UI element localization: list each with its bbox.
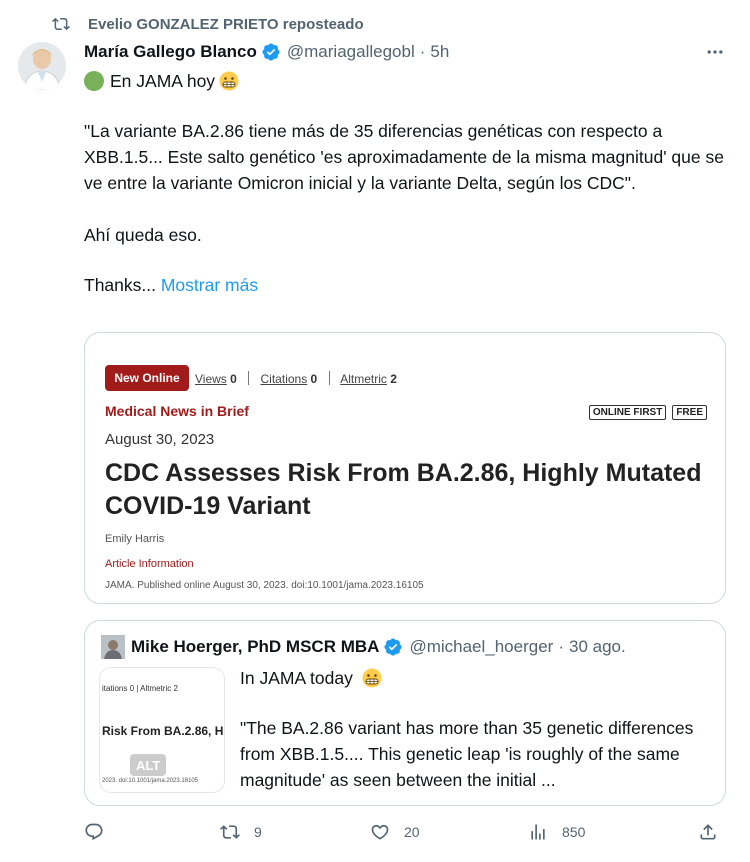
quoted-paragraph: "The BA.2.86 variant has more than 35 ge… bbox=[240, 718, 694, 790]
like-button[interactable]: 20 bbox=[370, 822, 420, 842]
article-information: Article Information bbox=[105, 558, 194, 570]
green-circle-icon bbox=[84, 71, 104, 91]
article-title: CDC Assesses Risk From BA.2.86, Highly M… bbox=[105, 459, 702, 520]
share-button[interactable] bbox=[698, 822, 718, 842]
altmetric-label: Altmetric bbox=[340, 372, 387, 386]
repost-icon bbox=[52, 17, 70, 31]
quoted-time: 30 ago. bbox=[569, 637, 626, 656]
tweet-paragraph-1: "La variante BA.2.86 tiene más de 35 dif… bbox=[84, 121, 724, 193]
jama-article-screenshot: New Online Views 0 Citations 0 Altmetric… bbox=[85, 333, 725, 603]
quoted-tweet-text: In JAMA today "The BA.2.86 variant has m… bbox=[240, 665, 715, 793]
retweet-count: 9 bbox=[254, 824, 262, 840]
more-icon bbox=[707, 50, 723, 54]
tweet-header: María Gallego Blanco @mariagallegobl · 5… bbox=[84, 40, 449, 64]
separator-dot: · bbox=[558, 637, 564, 656]
repost-header[interactable]: Evelio GONZALEZ PRIETO reposteado bbox=[52, 14, 364, 34]
quoted-tweet-header: Mike Hoerger, PhD MSCR MBA @michael_hoer… bbox=[101, 635, 626, 659]
repost-text: Evelio GONZALEZ PRIETO reposteado bbox=[88, 15, 364, 33]
thumbnail-publication: 2023. doi:10.1001/jama.2023.16105 bbox=[102, 778, 199, 784]
like-count: 20 bbox=[404, 824, 420, 840]
tweet-body: En JAMA hoy "La variante BA.2.86 tiene m… bbox=[84, 68, 729, 298]
heart-icon bbox=[371, 824, 389, 840]
quoted-avatar bbox=[101, 635, 125, 659]
grimacing-face-icon bbox=[219, 71, 239, 91]
article-author: Emily Harris bbox=[105, 533, 165, 545]
quoted-line-1: In JAMA today bbox=[240, 665, 715, 691]
new-online-badge: New Online bbox=[105, 365, 189, 391]
separator-dot: · bbox=[419, 42, 426, 61]
views-label: Views bbox=[195, 372, 227, 386]
online-first-tag: ONLINE FIRST bbox=[588, 405, 667, 420]
views-value: 0 bbox=[230, 372, 237, 386]
retweet-button[interactable]: 9 bbox=[220, 822, 262, 842]
quoted-tweet[interactable]: Mike Hoerger, PhD MSCR MBA @michael_hoer… bbox=[84, 620, 726, 806]
verified-badge-icon bbox=[384, 638, 402, 656]
quoted-author-name: Mike Hoerger, PhD MSCR MBA bbox=[131, 637, 380, 656]
reply-icon bbox=[85, 823, 103, 841]
article-publication: JAMA. Published online August 30, 2023. … bbox=[105, 580, 424, 591]
article-date: August 30, 2023 bbox=[105, 431, 215, 448]
tweet-line-1: En JAMA hoy bbox=[84, 68, 729, 94]
citations-label: Citations bbox=[260, 372, 308, 386]
altmetric-value: 2 bbox=[390, 372, 397, 386]
avatar[interactable] bbox=[18, 42, 66, 90]
quoted-image-thumbnail[interactable]: itations 0 | Altmetric 2 Risk From BA.2.… bbox=[99, 667, 225, 793]
alt-badge[interactable]: ALT bbox=[130, 754, 167, 776]
section-label: Medical News in Brief bbox=[105, 403, 249, 419]
article-metrics: Views 0 Citations 0 Altmetric 2 bbox=[195, 371, 397, 386]
free-tag: FREE bbox=[672, 405, 707, 420]
thumbnail-title: Risk From BA.2.86, Highl iant bbox=[102, 724, 224, 738]
tweet-paragraph-3: Thanks... Mostrar más bbox=[84, 272, 729, 298]
tweet-line-1-text: En JAMA hoy bbox=[110, 71, 216, 91]
citations-value: 0 bbox=[310, 372, 318, 386]
grimacing-face-icon bbox=[362, 668, 382, 688]
article-tags: ONLINE FIRST FREE bbox=[588, 405, 707, 420]
reply-button[interactable] bbox=[84, 822, 118, 842]
thumbnail-metrics: itations 0 | Altmetric 2 bbox=[102, 684, 178, 693]
attached-image[interactable]: New Online Views 0 Citations 0 Altmetric… bbox=[84, 332, 726, 604]
tweet-paragraph-3-text: Thanks... bbox=[84, 275, 156, 295]
tweet-time[interactable]: 5h bbox=[430, 42, 449, 62]
verified-badge-icon bbox=[262, 43, 280, 61]
quoted-line-1-text: In JAMA today bbox=[240, 668, 353, 688]
action-bar: 9 20 850 bbox=[84, 818, 730, 852]
quoted-author-handle: @michael_hoerger bbox=[409, 637, 554, 656]
views-button[interactable]: 850 bbox=[528, 822, 585, 842]
show-more-link[interactable]: Mostrar más bbox=[161, 275, 258, 295]
views-count: 850 bbox=[562, 824, 586, 840]
share-icon bbox=[700, 824, 716, 840]
bar-chart-icon bbox=[531, 824, 545, 840]
author-handle[interactable]: @mariagallegobl bbox=[287, 42, 415, 62]
more-options-button[interactable] bbox=[700, 42, 730, 62]
retweet-icon bbox=[220, 825, 240, 839]
author-name[interactable]: María Gallego Blanco bbox=[84, 42, 257, 62]
tweet-paragraph-2: Ahí queda eso. bbox=[84, 225, 202, 245]
